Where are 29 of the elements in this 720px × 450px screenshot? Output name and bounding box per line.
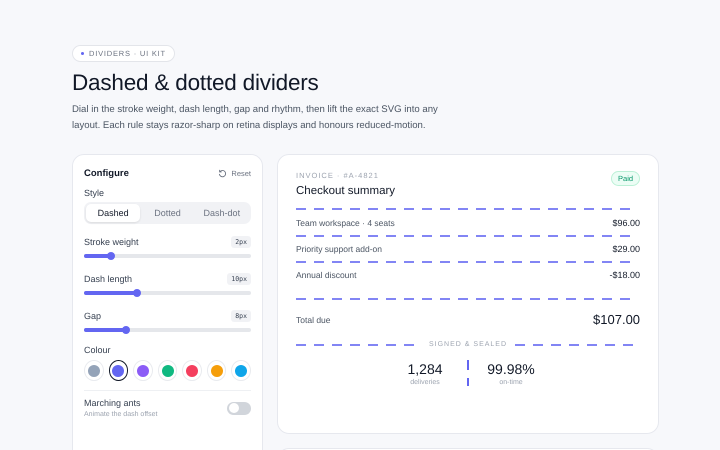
line-item-amount: -$18.00 — [610, 270, 640, 280]
page-description: Dial in the stroke weight, dash length, gap and rhythm, then lift the exact SVG into any layout. Each rule stays razor-sharp on retina displays and honours reduced-motion. — [72, 103, 439, 133]
style-tab[interactable]: Dotted — [140, 204, 195, 222]
style-tab[interactable]: Dashed — [86, 204, 140, 222]
reset-icon — [218, 169, 228, 178]
line-item-amount: $96.00 — [612, 218, 640, 228]
vertical-divider — [467, 360, 470, 386]
colour-label: Colour — [84, 345, 112, 355]
line-item-label: Team workspace · 4 seats — [296, 218, 395, 228]
total-amount: $107.00 — [593, 312, 640, 327]
toggle-switch[interactable] — [227, 402, 251, 414]
toggle-label: Marching ants — [84, 398, 141, 408]
total-label: Total due — [296, 314, 330, 324]
card-title: Checkout summary — [296, 185, 396, 197]
stat-value: 99.98% — [487, 360, 535, 376]
slider-label: Dash length — [84, 274, 132, 284]
slider-label: Gap — [84, 311, 102, 321]
colour-swatch[interactable] — [108, 360, 128, 381]
line-item-amount: $29.00 — [612, 244, 640, 254]
style-tab[interactable]: Dash-dot — [194, 204, 249, 222]
stat-value: 1,284 — [407, 360, 443, 376]
line-item-label: Annual discount — [296, 270, 356, 280]
panel-title: Configure — [84, 168, 129, 179]
slider[interactable] — [84, 291, 251, 295]
line-item-label: Priority support add-on — [296, 244, 382, 254]
slider-label: Stroke weight — [84, 237, 139, 247]
page-title: Dashed & dotted dividers — [72, 70, 320, 96]
slider[interactable] — [84, 328, 251, 332]
style-label: Style — [84, 188, 106, 198]
